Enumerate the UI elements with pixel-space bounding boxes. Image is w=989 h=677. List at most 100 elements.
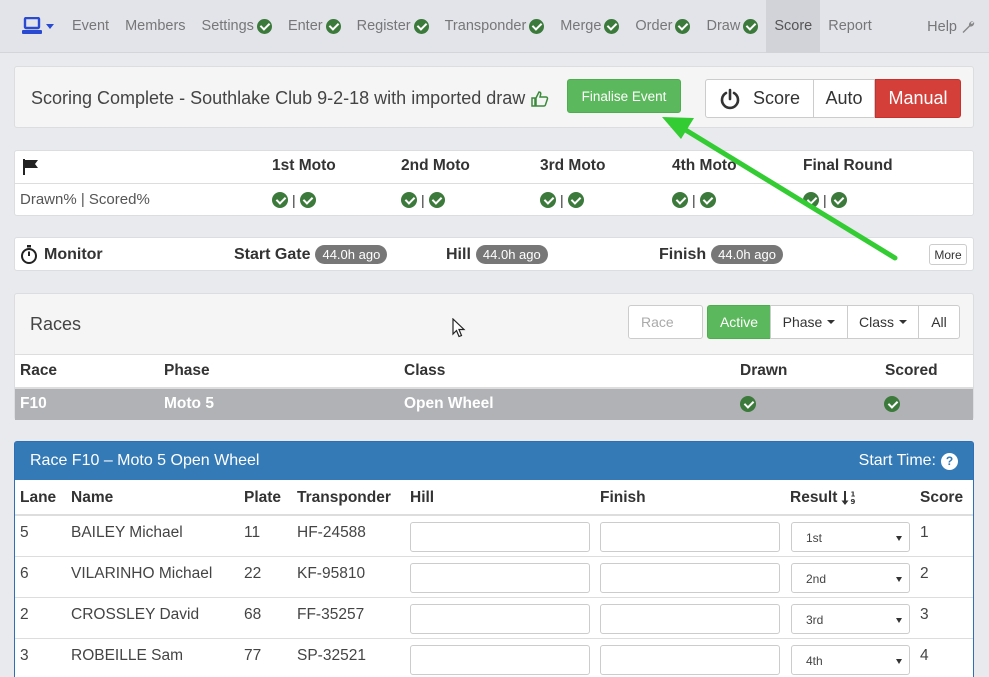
race-filter-group: Active Phase Class All [707, 305, 960, 339]
monitor-panel: Monitor Start Gate 44.0h ago Hill 44.0h ag… [14, 237, 974, 271]
check-circle-icon [325, 18, 341, 34]
col-name: Name [71, 489, 114, 506]
result-select[interactable]: 4th [791, 645, 910, 675]
laptop-icon [22, 17, 42, 34]
plate-cell: 77 [244, 647, 262, 664]
nav-label: Event [72, 18, 110, 34]
result-select[interactable]: 2nd [791, 563, 910, 593]
scoring-mode-group: Score Auto Manual [705, 79, 961, 118]
name-cell: CROSSLEY David [71, 606, 200, 623]
class-cell: Open Wheel [404, 395, 494, 412]
drawn-check-icon [803, 192, 819, 208]
drawn-check-icon [540, 192, 556, 208]
nav-settings[interactable]: Settings [194, 0, 280, 53]
lane-cell: 2 [20, 606, 29, 623]
riders-table-header: Lane Name Plate Transponder Hill Finish … [15, 480, 973, 516]
result-select[interactable]: 1st [791, 522, 910, 552]
drawn-check-icon [672, 192, 688, 208]
hill-time-input[interactable] [410, 522, 590, 552]
class-dropdown-button[interactable]: Class [847, 305, 919, 339]
all-filter-button[interactable]: All [918, 305, 960, 339]
help-circle-icon[interactable]: ? [941, 452, 958, 470]
col-phase: Phase [164, 362, 210, 379]
nav-label: Order [635, 18, 673, 34]
more-button[interactable]: More [929, 244, 967, 265]
hill-time-input[interactable] [410, 563, 590, 593]
nav-label: Enter [287, 18, 323, 34]
col-lane: Lane [20, 489, 57, 506]
monitor-title: Monitor [20, 245, 103, 264]
moto-progress-panel: 1st Moto 2nd Moto 3rd Moto 4th Moto Fina… [14, 150, 974, 216]
races-title: Races [30, 314, 82, 334]
flag-icon [23, 159, 38, 175]
caret-down-icon [827, 320, 836, 324]
moto-header-row: 1st Moto 2nd Moto 3rd Moto 4th Moto Fina… [15, 151, 973, 184]
finish-time-input[interactable] [600, 645, 780, 675]
nav-order[interactable]: Order [627, 0, 698, 53]
scored-check-icon [830, 192, 847, 208]
phase-dropdown-button[interactable]: Phase [770, 305, 848, 339]
finish-status: Finish 44.0h ago [659, 245, 783, 264]
moto-2-status: | [401, 192, 445, 208]
plate-cell: 22 [244, 565, 262, 582]
start-time-label: Start Time: [858, 452, 936, 469]
finalise-event-button[interactable]: Finalise Event [567, 79, 681, 113]
nav-merge[interactable]: Merge [552, 0, 627, 53]
score-cell: 4 [920, 647, 929, 664]
hill-label: Hill [446, 245, 471, 263]
nav-members[interactable]: Members [117, 0, 193, 53]
scoring-status-panel: Scoring Complete - Southlake Club 9-2-18… [14, 66, 974, 128]
col-class: Class [404, 362, 446, 379]
nav-transponder[interactable]: Transponder [437, 0, 553, 53]
nav-event[interactable]: Event [64, 0, 117, 53]
nav-help[interactable]: Help [927, 0, 975, 53]
caret-down-icon [899, 320, 907, 324]
transponder-cell: KF-95810 [297, 565, 366, 582]
col-score: Score [920, 489, 964, 506]
lane-cell: 6 [20, 565, 29, 582]
nav-label: Merge [560, 18, 602, 34]
col-plate: Plate [244, 489, 282, 506]
scored-check-icon [884, 396, 900, 415]
nav-label: Report [828, 18, 872, 34]
col-scored: Scored [885, 362, 938, 379]
table-row: 5 BAILEY Michael 11 HF-24588 1st 1 [15, 516, 973, 557]
separator: | [292, 192, 296, 208]
scored-check-icon [699, 192, 716, 208]
nav-label: Score [774, 18, 813, 34]
moto-col-final: Final Round [803, 157, 893, 174]
name-cell: BAILEY Michael [71, 524, 183, 541]
wrench-icon [962, 20, 975, 33]
col-result[interactable]: Result 1 9 [790, 489, 857, 507]
races-table-header: Race Phase Class Drawn Scored [15, 354, 973, 389]
manual-mode-button[interactable]: Manual [875, 79, 961, 118]
hill-status: Hill 44.0h ago [446, 245, 548, 264]
nav-score[interactable]: Score [766, 0, 821, 53]
hill-time-input[interactable] [410, 604, 590, 634]
result-select[interactable]: 3rd [791, 604, 910, 634]
check-circle-icon [256, 18, 272, 34]
finish-time-input[interactable] [600, 563, 780, 593]
app-menu-button[interactable] [0, 17, 64, 35]
finish-time-input[interactable] [600, 522, 780, 552]
nav-label: Settings [201, 18, 254, 34]
hill-time-input[interactable] [410, 645, 590, 675]
drawn-check-icon [401, 192, 417, 208]
nav-draw[interactable]: Draw [698, 0, 766, 53]
nav-report[interactable]: Report [820, 0, 880, 53]
score-power-button[interactable]: Score [705, 79, 814, 118]
race-detail-header: Race F10 – Moto 5 Open Wheel Start Time:… [15, 442, 973, 480]
active-filter-button[interactable]: Active [707, 305, 771, 339]
score-cell: 2 [920, 565, 929, 582]
status-text: Scoring Complete - Southlake Club 9-2-18… [31, 88, 526, 108]
chevron-down-icon [46, 23, 54, 29]
auto-mode-button[interactable]: Auto [814, 79, 875, 118]
table-row[interactable]: F10 Moto 5 Open Wheel [15, 389, 973, 420]
finish-time-input[interactable] [600, 604, 780, 634]
nav-enter[interactable]: Enter [280, 0, 349, 53]
moto-col-3: 3rd Moto [540, 157, 606, 174]
race-search-input[interactable] [628, 305, 703, 339]
status-title: Scoring Complete - Southlake Club 9-2-18… [31, 88, 549, 109]
nav-register[interactable]: Register [349, 0, 437, 53]
races-panel: Races Active Phase Class All Race Phase … [14, 293, 974, 420]
